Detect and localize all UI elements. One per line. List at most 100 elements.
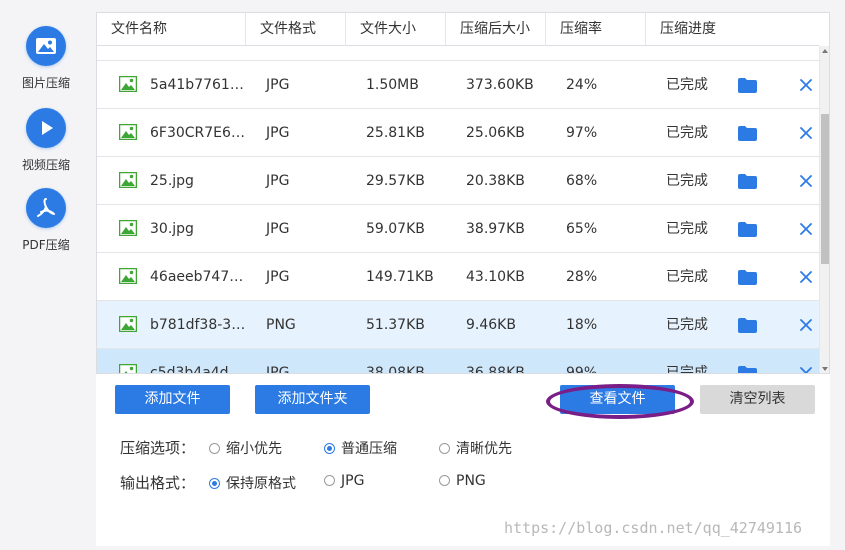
file-size: 25.81KB — [366, 125, 425, 141]
compression-rate: 97% — [566, 125, 598, 141]
radio-dot-selected — [209, 478, 220, 489]
table-row[interactable]: b781df38-35... PNG 51.37KB 9.46KB 18% 已完成 — [97, 301, 819, 349]
folder-icon[interactable] — [738, 318, 757, 333]
radio-output-png[interactable]: PNG — [439, 473, 486, 489]
progress-status: 已完成 — [666, 173, 708, 189]
radio-dot-selected — [324, 443, 335, 454]
scroll-thumb[interactable] — [821, 114, 829, 264]
radio-compress-normal[interactable]: 普通压缩 — [324, 438, 397, 458]
file-format: JPG — [266, 365, 290, 374]
table-row[interactable]: 5a41b776197... JPG 1.50MB 373.60KB 24% 已完成 — [97, 61, 819, 109]
close-icon[interactable] — [800, 271, 812, 283]
file-format: JPG — [266, 173, 290, 189]
close-icon[interactable] — [800, 127, 812, 139]
pdf-icon — [26, 188, 66, 228]
radio-label: 缩小优先 — [226, 441, 282, 457]
compressed-size: 97.55KB — [466, 46, 525, 61]
table-row[interactable]: 6F30CR7E672... JPG 25.81KB 25.06KB 97% 已完成 — [97, 109, 819, 157]
sidebar-item-pdf-compress[interactable]: PDF压缩 — [0, 188, 92, 253]
sidebar-item-video-compress[interactable]: 视频压缩 — [0, 108, 92, 173]
scroll-up-arrow[interactable] — [822, 49, 828, 53]
main-panel: 文件名称 文件格式 文件大小 压缩后大小 压缩率 压缩进度 4dd1f13059… — [96, 12, 830, 546]
radio-label: 清晰优先 — [456, 441, 512, 457]
file-size: 59.07KB — [366, 221, 425, 237]
progress-status: 已完成 — [666, 269, 708, 285]
close-icon[interactable] — [800, 223, 812, 235]
file-name: 30.jpg — [150, 221, 194, 237]
sidebar-item-label: 视频压缩 — [21, 158, 70, 172]
close-icon[interactable] — [800, 79, 812, 91]
compression-rate: 18% — [566, 317, 598, 333]
progress-status: 已完成 — [666, 77, 708, 93]
folder-icon[interactable] — [738, 366, 757, 374]
radio-label: JPG — [341, 473, 365, 489]
compression-rate: 24% — [566, 77, 598, 93]
file-table: 文件名称 文件格式 文件大小 压缩后大小 压缩率 压缩进度 4dd1f13059… — [96, 12, 830, 374]
folder-icon[interactable] — [738, 174, 757, 189]
sidebar-item-label: 图片压缩 — [21, 76, 70, 90]
view-files-button[interactable]: 查看文件 — [560, 385, 675, 414]
progress-status: 已完成 — [666, 221, 708, 237]
progress-status: 已完成 — [666, 317, 708, 333]
radio-label: PNG — [456, 473, 486, 489]
compressed-size: 373.60KB — [466, 77, 534, 93]
table-header: 文件名称 文件格式 文件大小 压缩后大小 压缩率 压缩进度 — [97, 13, 819, 46]
file-name: 5a41b776197... — [150, 77, 248, 93]
image-file-icon — [119, 76, 137, 92]
image-file-icon — [119, 268, 137, 284]
file-size: 144.73KB — [366, 46, 434, 61]
folder-icon[interactable] — [738, 78, 757, 93]
scroll-down-arrow[interactable] — [822, 367, 828, 371]
folder-icon[interactable] — [738, 222, 757, 237]
scrollbar[interactable] — [819, 46, 829, 373]
sidebar-item-image-compress[interactable]: 图片压缩 — [0, 26, 92, 91]
file-format: JPG — [266, 46, 289, 61]
radio-compress-clear[interactable]: 清晰优先 — [439, 438, 512, 458]
table-row[interactable]: c5d3b4a4d0... JPG 38.08KB 36.88KB 99% 已完成 — [97, 349, 819, 374]
file-name: c5d3b4a4d0... — [150, 365, 248, 374]
progress-status: 已完成 — [666, 125, 708, 141]
table-body: 4dd1f13059...JPG144.73KB97.55KB33%已完成5a4… — [97, 46, 819, 374]
folder-icon[interactable] — [738, 270, 757, 285]
close-icon[interactable] — [800, 319, 812, 331]
image-file-icon — [119, 220, 137, 236]
table-row[interactable]: 30.jpg JPG 59.07KB 38.97KB 65% 已完成 — [97, 205, 819, 253]
close-icon[interactable] — [800, 175, 812, 187]
radio-output-jpg[interactable]: JPG — [324, 473, 364, 489]
table-row[interactable]: 46aeeb74725... JPG 149.71KB 43.10KB 28% 已完成 — [97, 253, 819, 301]
compressed-size: 43.10KB — [466, 269, 525, 285]
file-format: JPG — [266, 221, 290, 237]
radio-dot — [324, 475, 335, 486]
radio-compress-small[interactable]: 缩小优先 — [209, 438, 282, 458]
file-size: 1.50MB — [366, 77, 419, 93]
file-format: JPG — [266, 269, 290, 285]
file-name: 6F30CR7E672... — [150, 125, 248, 141]
radio-label: 普通压缩 — [341, 441, 397, 457]
play-icon — [26, 108, 66, 148]
add-file-button[interactable]: 添加文件 — [115, 385, 230, 414]
file-size: 29.57KB — [366, 173, 425, 189]
file-name: 4dd1f13059... — [150, 46, 248, 61]
compression-rate: 68% — [566, 173, 598, 189]
image-file-icon — [119, 124, 137, 140]
radio-dot — [439, 443, 450, 454]
radio-label: 保持原格式 — [226, 476, 296, 492]
progress-status: 已完成 — [666, 46, 708, 61]
radio-output-original[interactable]: 保持原格式 — [209, 473, 296, 493]
column-header-format: 文件格式 — [246, 13, 346, 46]
image-file-icon — [119, 316, 137, 332]
clear-list-button[interactable]: 清空列表 — [700, 385, 815, 414]
compressed-size: 25.06KB — [466, 125, 525, 141]
add-folder-button[interactable]: 添加文件夹 — [255, 385, 370, 414]
folder-icon[interactable] — [738, 126, 757, 141]
file-name: 46aeeb74725... — [150, 269, 248, 285]
table-row[interactable]: 25.jpg JPG 29.57KB 20.38KB 68% 已完成 — [97, 157, 819, 205]
radio-dot — [209, 443, 220, 454]
compression-rate: 65% — [566, 221, 598, 237]
compressed-size: 9.46KB — [466, 317, 516, 333]
close-icon[interactable] — [800, 367, 812, 374]
column-header-compressed-size: 压缩后大小 — [446, 13, 546, 46]
image-file-icon — [119, 172, 137, 188]
compressed-size: 36.88KB — [466, 365, 525, 374]
table-row[interactable]: 4dd1f13059... JPG 144.73KB 97.55KB 33% 已完成 — [97, 46, 819, 61]
